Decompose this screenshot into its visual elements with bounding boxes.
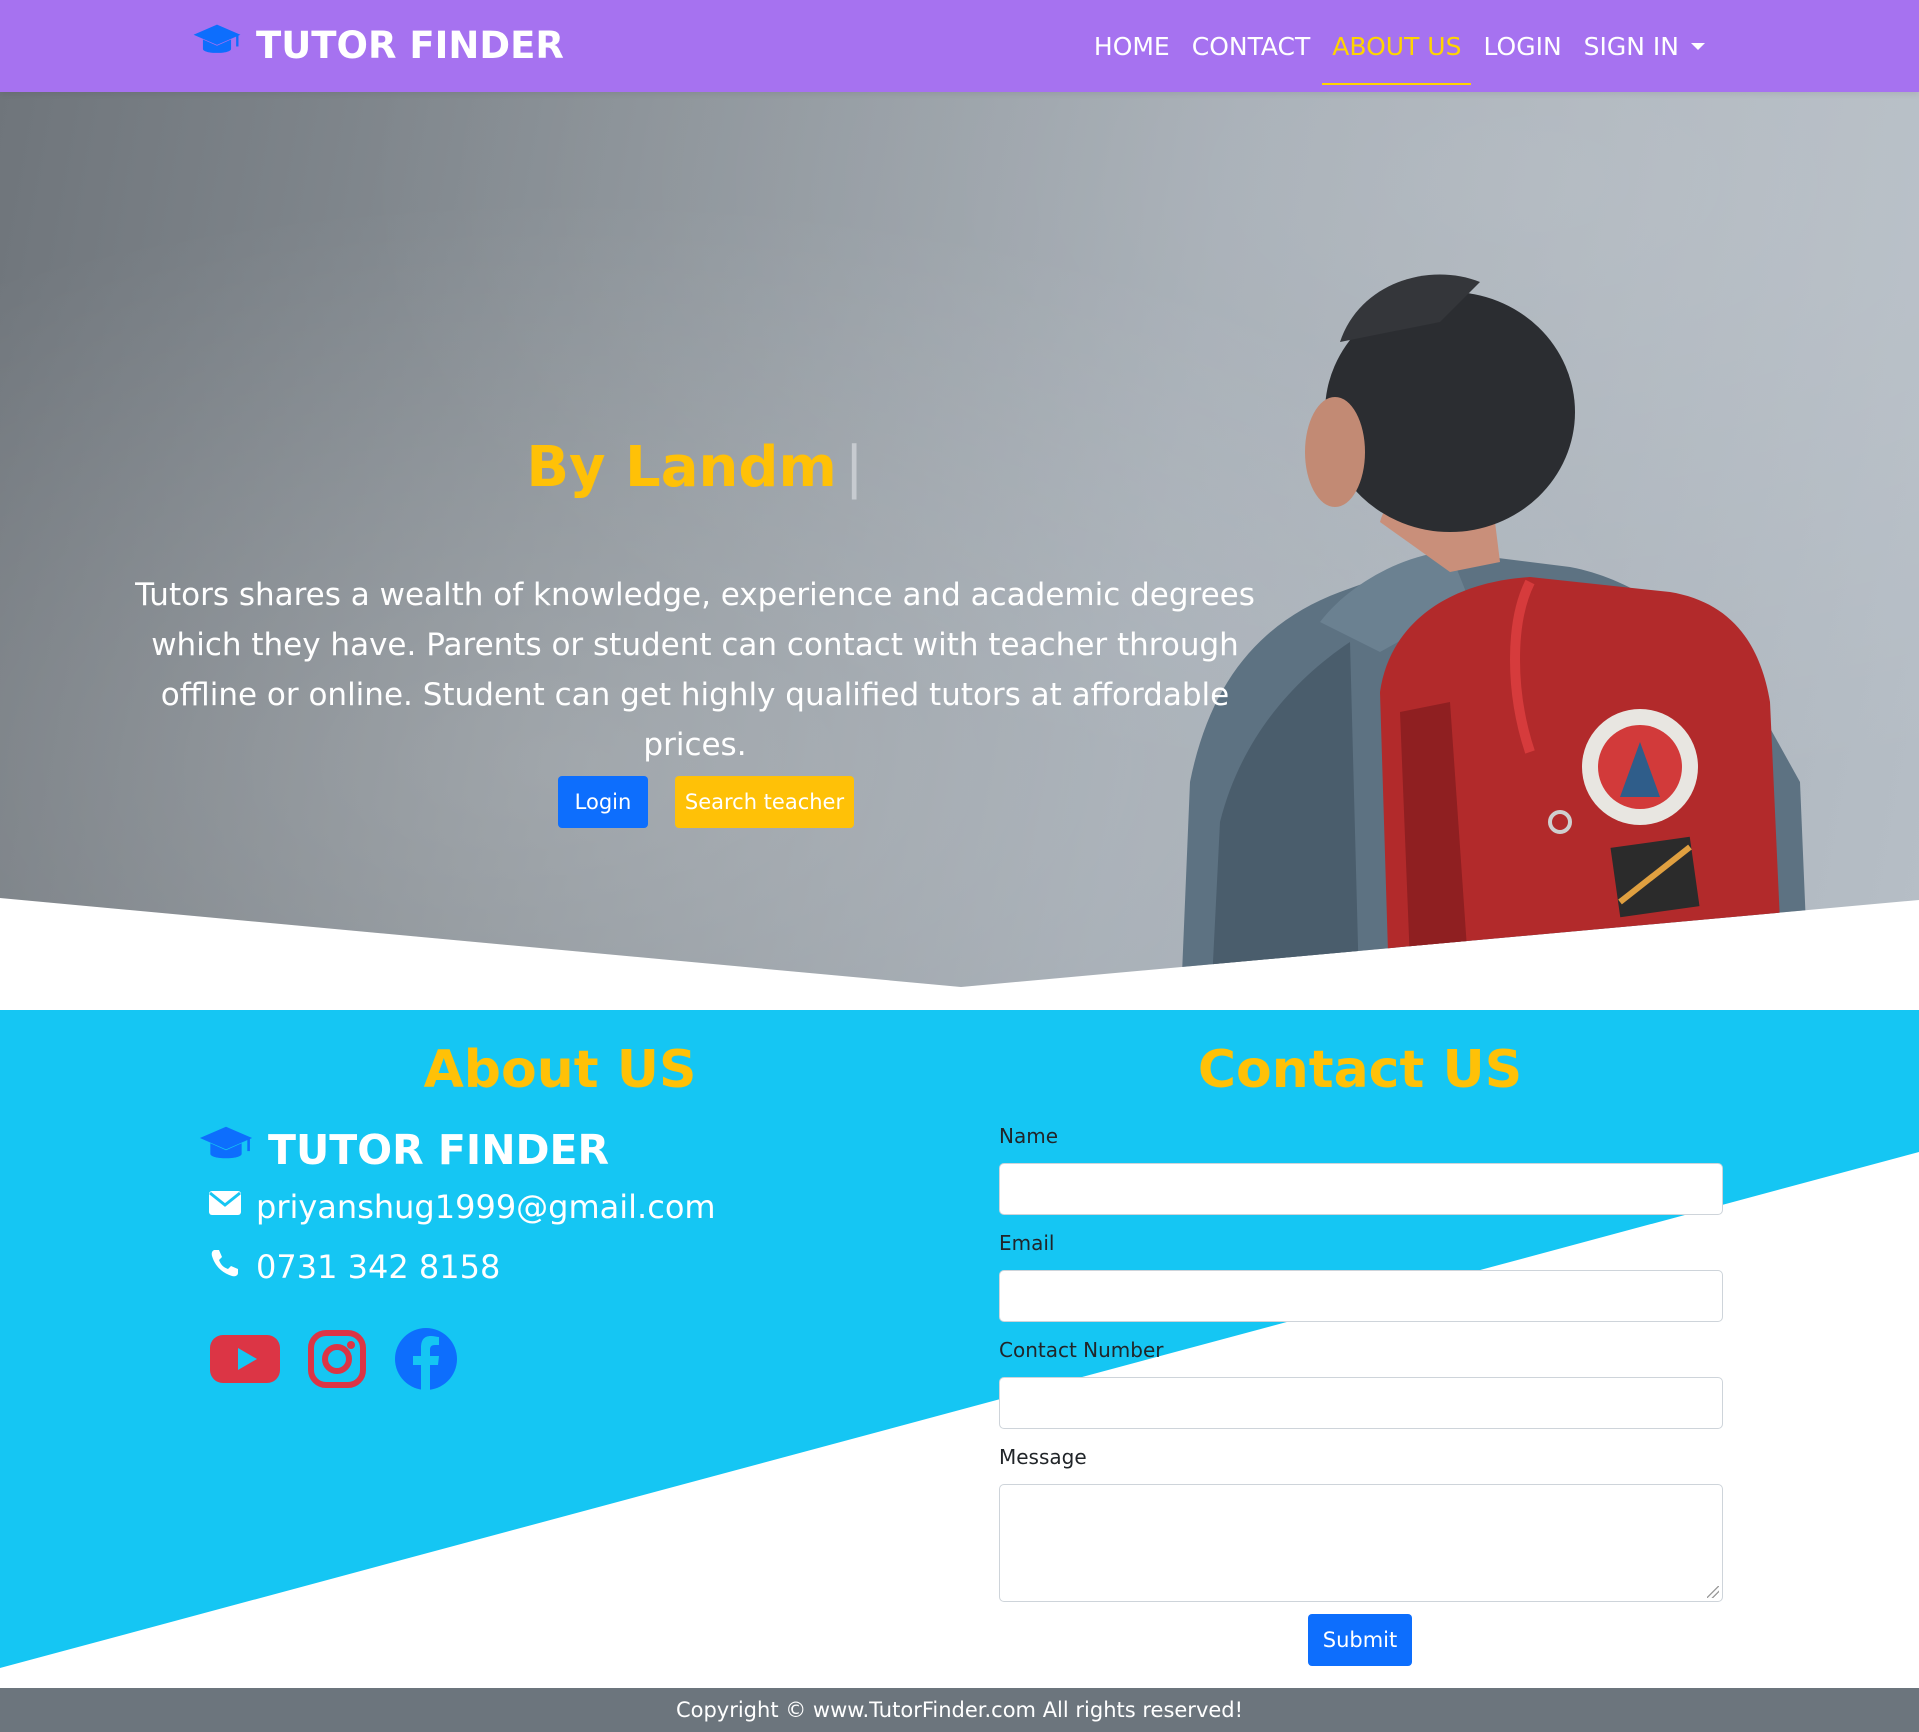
navbar: TUTOR FINDER HOME CONTACT ABOUT US LOGIN… bbox=[0, 0, 1919, 92]
nav-login[interactable]: LOGIN bbox=[1472, 7, 1572, 85]
contact-number-label: Contact Number bbox=[999, 1338, 1164, 1362]
social-links bbox=[210, 1327, 458, 1391]
search-teacher-button[interactable]: Search teacher bbox=[675, 776, 854, 828]
hero-title-text: By Landm bbox=[526, 435, 837, 500]
graduation-cap-icon bbox=[192, 23, 242, 68]
email-label: Email bbox=[999, 1231, 1055, 1255]
message-textarea[interactable] bbox=[999, 1484, 1723, 1602]
youtube-icon[interactable] bbox=[210, 1333, 280, 1385]
navbar-brand[interactable]: TUTOR FINDER bbox=[192, 20, 564, 70]
phone-row: 0731 342 8158 bbox=[208, 1248, 500, 1286]
hero-login-button[interactable]: Login bbox=[558, 776, 648, 828]
about-contact-section: About US Contact US TUTOR FINDER priyans… bbox=[0, 1010, 1919, 1688]
instagram-icon[interactable] bbox=[308, 1330, 366, 1388]
about-brand-label: TUTOR FINDER bbox=[268, 1126, 610, 1174]
phone-icon bbox=[208, 1248, 242, 1286]
sign-in-label: SIGN IN bbox=[1583, 31, 1679, 61]
name-label: Name bbox=[999, 1124, 1059, 1148]
name-input[interactable] bbox=[999, 1163, 1723, 1215]
about-title: About US bbox=[423, 1040, 697, 1100]
phone-number[interactable]: 0731 342 8158 bbox=[256, 1248, 500, 1286]
facebook-icon[interactable] bbox=[394, 1327, 458, 1391]
nav-home[interactable]: HOME bbox=[1083, 7, 1181, 85]
resize-grip-icon[interactable] bbox=[1707, 1586, 1719, 1598]
about-brand: TUTOR FINDER bbox=[198, 1125, 609, 1175]
email-link[interactable]: priyanshug1999@gmail.com bbox=[256, 1188, 716, 1226]
hero-typed-title: By Landm | bbox=[0, 435, 1390, 500]
typing-cursor: | bbox=[844, 435, 864, 500]
message-label: Message bbox=[999, 1445, 1087, 1469]
hero-buttons: Login Search teacher bbox=[558, 776, 854, 828]
email-input[interactable] bbox=[999, 1270, 1723, 1322]
brand-label: TUTOR FINDER bbox=[256, 23, 564, 67]
email-row: priyanshug1999@gmail.com bbox=[208, 1188, 716, 1226]
contact-number-input[interactable] bbox=[999, 1377, 1723, 1429]
submit-button[interactable]: Submit bbox=[1308, 1614, 1412, 1666]
caret-down-icon bbox=[1691, 42, 1705, 50]
nav-contact[interactable]: CONTACT bbox=[1181, 7, 1322, 85]
nav-links: HOME CONTACT ABOUT US LOGIN SIGN IN bbox=[1083, 0, 1716, 92]
copyright-text: Copyright © www.TutorFinder.com All righ… bbox=[675, 1698, 1244, 1722]
graduation-cap-icon bbox=[198, 1125, 254, 1175]
footer: Copyright © www.TutorFinder.com All righ… bbox=[0, 1688, 1919, 1732]
nav-about-us[interactable]: ABOUT US bbox=[1321, 7, 1472, 85]
nav-sign-in-dropdown[interactable]: SIGN IN bbox=[1573, 7, 1716, 85]
hero-banner: By Landm | Tutors shares a wealth of know… bbox=[0, 92, 1919, 987]
hero-description: Tutors shares a wealth of knowledge, exp… bbox=[135, 577, 1255, 763]
envelope-icon bbox=[208, 1188, 242, 1226]
contact-form: Name Email Contact Number Message Submit bbox=[999, 1010, 1723, 1688]
